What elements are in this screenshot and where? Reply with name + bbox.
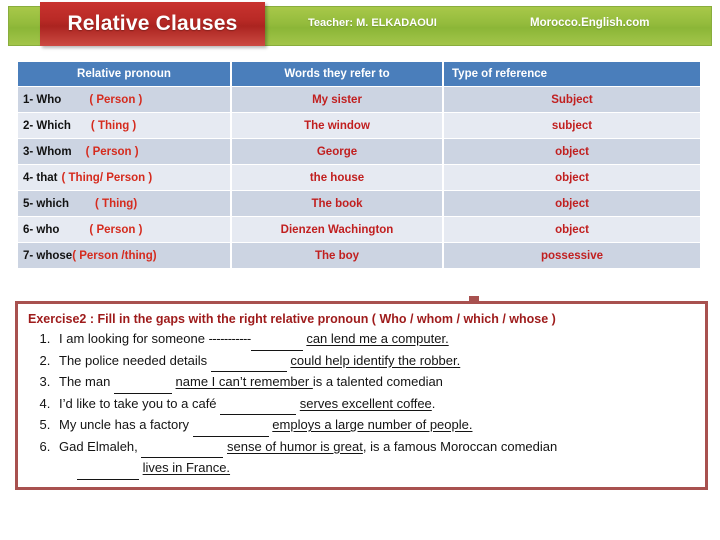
cell-type-of-reference: object: [444, 191, 700, 216]
exercise-item: The man name I can’t remember is a talen…: [54, 372, 695, 394]
pronoun-label: 5- which: [23, 197, 70, 210]
exercise-item-second-line: lives in France.: [59, 458, 695, 480]
header-banner: Relative Clauses Teacher: M. ELKADAOUI M…: [0, 0, 720, 52]
cell-relative-pronoun: 6- who ( Person ): [18, 217, 232, 242]
pronoun-kind: ( Thing/ Person ): [61, 171, 153, 184]
exercise-item: I’d like to take you to a café serves ex…: [54, 394, 695, 415]
question-text-after-blank: sense of humor is great: [227, 438, 363, 454]
table-row: 1- Who ( Person ) My sister Subject: [18, 87, 700, 112]
pronoun-label: 1- Who: [23, 93, 62, 106]
question-text-after-blank: can lend me a computer.: [306, 331, 449, 346]
question-text-after-blank: serves excellent coffee: [299, 395, 432, 411]
table-row: 6- who ( Person ) Dienzen Wachington object: [18, 217, 700, 242]
question-text-before-blank: The police needed details: [59, 352, 211, 368]
exercise-item: I am looking for someone ----------- can…: [54, 329, 695, 351]
answer-blank[interactable]: [210, 351, 287, 372]
pronoun-kind: ( Person /thing): [72, 249, 157, 262]
cell-type-of-reference: subject: [444, 113, 700, 138]
question-text-before-blank: I’d like to take you to a café: [59, 395, 221, 411]
cell-type-of-reference: object: [444, 139, 700, 164]
table-row: 4- that( Thing/ Person ) the house object: [18, 165, 700, 190]
table-header-row: Relative pronoun Words they refer to Typ…: [18, 62, 700, 86]
question-text-tail: is a talented comedian: [312, 374, 443, 389]
cell-words-refer-to: The window: [232, 113, 444, 138]
answer-blank[interactable]: [77, 458, 139, 480]
exercise-item: Gad Elmaleh, sense of humor is great, is…: [54, 437, 695, 480]
relative-pronoun-table: Relative pronoun Words they refer to Typ…: [18, 61, 700, 269]
pronoun-kind: ( Person ): [89, 223, 143, 236]
cell-relative-pronoun: 3- Whom ( Person ): [18, 139, 232, 164]
table-row: 3- Whom ( Person ) George object: [18, 139, 700, 164]
pronoun-kind: ( Thing ): [90, 119, 137, 132]
question-text-after-blank: name I can’t remember: [175, 374, 313, 389]
question-text-before-blank: My uncle has a factory: [59, 417, 193, 432]
cell-type-of-reference: object: [444, 165, 700, 190]
table-row: 5- which ( Thing) The book object: [18, 191, 700, 216]
exercise-item: My uncle has a factory employs a large n…: [54, 415, 695, 437]
exercise-title: Exercise2 : Fill in the gaps with the ri…: [28, 312, 556, 326]
cell-words-refer-to: George: [232, 139, 444, 164]
question-text-before-blank: Gad Elmaleh,: [59, 438, 142, 454]
question-text-tail: .: [431, 395, 436, 411]
cell-relative-pronoun: 2- Which ( Thing ): [18, 113, 232, 138]
pronoun-kind: ( Person ): [85, 145, 139, 158]
question-text-after-blank: lives in France.: [142, 460, 231, 475]
page-title: Relative Clauses: [67, 12, 238, 35]
answer-blank[interactable]: [250, 329, 303, 351]
cell-relative-pronoun: 4- that( Thing/ Person ): [18, 165, 232, 190]
question-text-after-blank: employs a large number of people.: [272, 417, 473, 432]
teacher-label: Teacher: M. ELKADAOUI: [308, 17, 437, 29]
exercise-item: The police needed details could help ide…: [54, 351, 695, 372]
cell-words-refer-to: The book: [232, 191, 444, 216]
exercise-question-list: I am looking for someone ----------- can…: [28, 329, 695, 480]
cell-relative-pronoun: 7- whose( Person /thing): [18, 243, 232, 268]
cell-words-refer-to: The boy: [232, 243, 444, 268]
table-row: 7- whose( Person /thing) The boy possessiv…: [18, 243, 700, 268]
cell-words-refer-to: My sister: [232, 87, 444, 112]
answer-blank[interactable]: [113, 372, 172, 394]
question-text-before-blank: The man: [59, 374, 114, 389]
exercise-box: Exercise2 : Fill in the gaps with the ri…: [15, 301, 708, 490]
pronoun-label: 6- who: [23, 223, 60, 236]
cell-words-refer-to: the house: [232, 165, 444, 190]
cell-words-refer-to: Dienzen Wachington: [232, 217, 444, 242]
answer-blank[interactable]: [220, 394, 297, 415]
pronoun-label: 2- Which: [23, 119, 71, 132]
column-header-relative-pronoun: Relative pronoun: [18, 62, 232, 86]
cell-type-of-reference: object: [444, 217, 700, 242]
pronoun-kind: ( Thing): [95, 197, 138, 210]
cell-type-of-reference: Subject: [444, 87, 700, 112]
answer-blank[interactable]: [192, 415, 269, 437]
website-label: Morocco.English.com: [530, 17, 650, 29]
question-text-after-blank: could help identify the robber.: [290, 352, 461, 368]
pronoun-label: 4- that: [23, 171, 58, 184]
column-header-words-refer-to: Words they refer to: [232, 62, 444, 86]
column-header-type-of-reference: Type of reference: [444, 62, 700, 86]
dash-filler: -----------: [208, 331, 252, 346]
cell-relative-pronoun: 5- which ( Thing): [18, 191, 232, 216]
pronoun-label: 3- Whom: [23, 145, 72, 158]
page-title-plate: Relative Clauses: [40, 2, 265, 46]
pronoun-label: 7- whose: [23, 249, 73, 262]
cell-relative-pronoun: 1- Who ( Person ): [18, 87, 232, 112]
table-row: 2- Which ( Thing ) The window subject: [18, 113, 700, 138]
question-text-before-blank: I am looking for someone: [59, 331, 209, 346]
cell-type-of-reference: possessive: [444, 243, 700, 268]
pronoun-kind: ( Person ): [89, 93, 143, 106]
answer-blank[interactable]: [141, 437, 224, 458]
question-text-tail: , is a famous Moroccan comedian: [362, 438, 558, 454]
